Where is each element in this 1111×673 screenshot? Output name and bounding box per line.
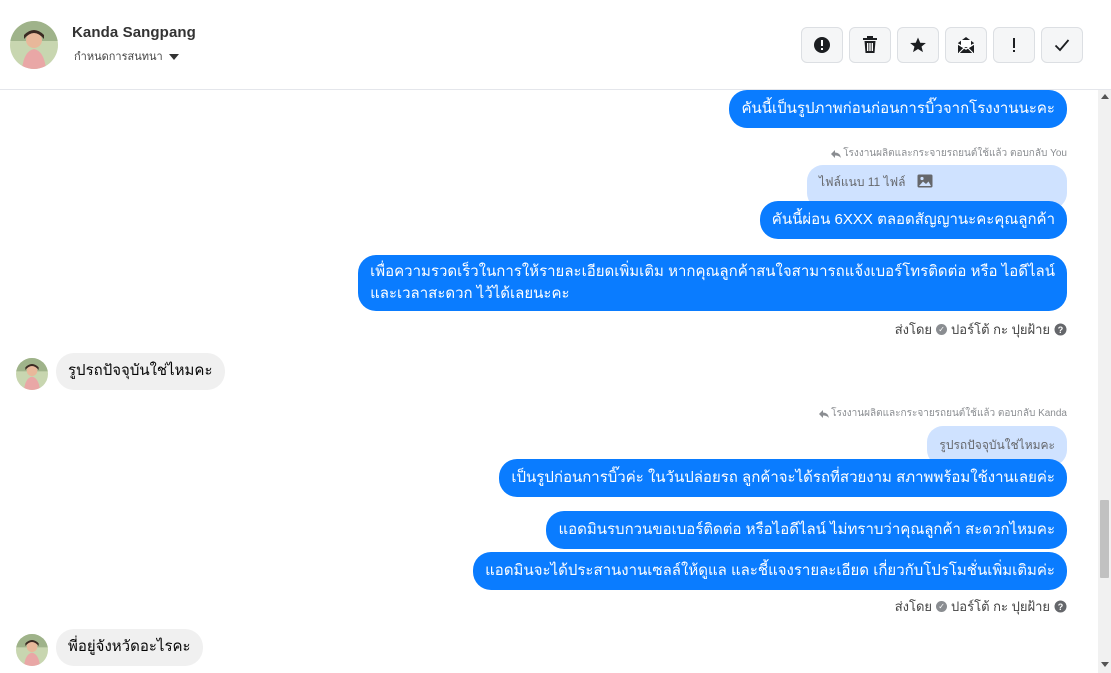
outgoing-message[interactable]: แอดมินรบกวนขอเบอร์ติดต่อ หรือไอดีไลน์ ไม… bbox=[546, 511, 1067, 549]
sender-name: ปอร์โต้ กะ ปุยฝ้าย bbox=[951, 322, 1050, 337]
check-circle-icon: ✓ bbox=[936, 324, 948, 335]
svg-text:?: ? bbox=[1058, 602, 1064, 612]
outgoing-message[interactable]: คันนี้เป็นรูปภาพก่อนก่อนการบิ๊วจากโรงงาน… bbox=[729, 90, 1067, 128]
chat-scrollbar[interactable] bbox=[1098, 90, 1111, 673]
contact-avatar-small[interactable] bbox=[16, 634, 48, 666]
incoming-message[interactable]: พี่อยู่จังหวัดอะไรคะ bbox=[56, 629, 203, 666]
delete-button[interactable] bbox=[849, 27, 891, 63]
sent-by-label: ส่งโดย bbox=[894, 599, 933, 614]
sent-by-info: ส่งโดย ✓ ปอร์โต้ กะ ปุยฝ้าย ? bbox=[895, 596, 1067, 617]
message-thread: คันนี้เป็นรูปภาพก่อนก่อนการบิ๊วจากโรงงาน… bbox=[0, 90, 1098, 673]
help-icon[interactable]: ? bbox=[1054, 323, 1067, 336]
help-icon[interactable]: ? bbox=[1054, 600, 1067, 613]
contact-avatar-small[interactable] bbox=[16, 358, 48, 390]
scroll-up-arrow-icon[interactable] bbox=[1101, 94, 1109, 99]
reply-label: โรงงานผลิตและกระจายรถยนต์ใช้แล้ว ตอบกลับ… bbox=[819, 406, 1067, 421]
spam-button[interactable] bbox=[801, 27, 843, 63]
reply-label: โรงงานผลิตและกระจายรถยนต์ใช้แล้ว ตอบกลับ… bbox=[831, 146, 1067, 161]
reply-arrow-icon bbox=[831, 149, 842, 158]
outgoing-message[interactable]: แอดมินจะได้ประสานงานเซลล์ให้ดูแล และชี้แ… bbox=[473, 552, 1067, 590]
message-line: เพื่อความรวดเร็วในการให้รายละเอียดเพิ่มเ… bbox=[370, 263, 1055, 280]
outgoing-message[interactable]: เป็นรูปก่อนการบิ๊วค่ะ ในวันปล่อยรถ ลูกค้… bbox=[499, 459, 1067, 497]
mark-unread-button[interactable] bbox=[945, 27, 987, 63]
contact-name: Kanda Sangpang bbox=[72, 24, 196, 41]
alert-circle-icon bbox=[814, 37, 830, 53]
quoted-text: ไฟล์แนบ 11 ไฟล์ bbox=[819, 175, 906, 189]
done-button[interactable] bbox=[1041, 27, 1083, 63]
action-toolbar bbox=[801, 27, 1083, 63]
scroll-thumb[interactable] bbox=[1100, 500, 1109, 578]
reply-label-text: โรงงานผลิตและกระจายรถยนต์ใช้แล้ว ตอบกลับ… bbox=[843, 148, 1067, 159]
image-icon bbox=[917, 174, 933, 188]
conversation-menu[interactable]: กำหนดการสนทนา bbox=[74, 47, 179, 65]
caret-down-icon bbox=[168, 53, 179, 60]
quoted-text: รูปรถปัจจุบันใช่ไหมคะ bbox=[939, 438, 1055, 452]
exclamation-icon bbox=[1013, 38, 1015, 52]
outgoing-message[interactable]: เพื่อความรวดเร็วในการให้รายละเอียดเพิ่มเ… bbox=[358, 255, 1067, 311]
mail-open-icon bbox=[957, 37, 975, 54]
important-button[interactable] bbox=[993, 27, 1035, 63]
check-circle-icon: ✓ bbox=[936, 601, 948, 612]
incoming-message[interactable]: รูปรถปัจจุบันใช่ไหมคะ bbox=[56, 353, 225, 390]
contact-avatar[interactable] bbox=[10, 21, 58, 69]
star-icon bbox=[910, 37, 926, 53]
checkmark-icon bbox=[1054, 39, 1070, 52]
sender-name: ปอร์โต้ กะ ปุยฝ้าย bbox=[951, 599, 1050, 614]
sent-by-label: ส่งโดย bbox=[894, 322, 933, 337]
sent-by-info: ส่งโดย ✓ ปอร์โต้ กะ ปุยฝ้าย ? bbox=[895, 319, 1067, 340]
svg-text:?: ? bbox=[1058, 325, 1064, 335]
reply-label-text: โรงงานผลิตและกระจายรถยนต์ใช้แล้ว ตอบกลับ… bbox=[831, 408, 1067, 419]
scroll-down-arrow-icon[interactable] bbox=[1101, 662, 1109, 667]
message-line: และเวลาสะดวก ไว้ได้เลยนะคะ bbox=[370, 285, 570, 302]
conversation-header: Kanda Sangpang กำหนดการสนทนา bbox=[0, 0, 1111, 90]
conversation-menu-label: กำหนดการสนทนา bbox=[74, 51, 163, 63]
star-button[interactable] bbox=[897, 27, 939, 63]
reply-arrow-icon bbox=[819, 409, 830, 418]
outgoing-message[interactable]: คันนี้ผ่อน 6XXX ตลอดสัญญานะคะคุณลูกค้า bbox=[759, 201, 1067, 239]
trash-icon bbox=[863, 36, 877, 53]
